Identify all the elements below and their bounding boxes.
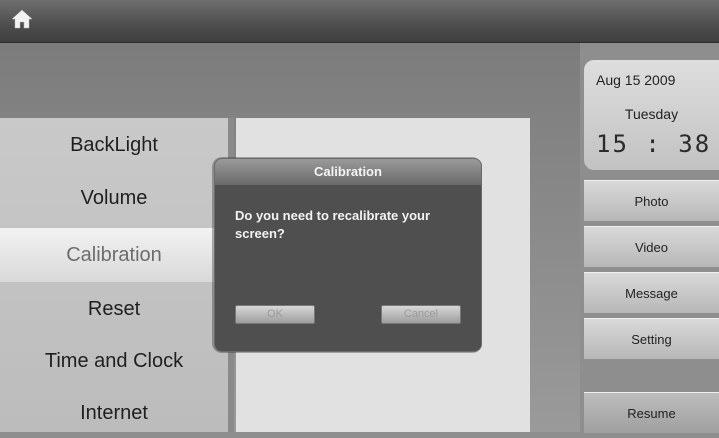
clock-date: Aug 15 2009 (596, 72, 676, 88)
menu-item-reset[interactable]: Reset (0, 284, 228, 334)
photo-button[interactable]: Photo (584, 180, 719, 222)
video-button[interactable]: Video (584, 226, 719, 268)
clock-time: 15 : 38 (596, 130, 712, 158)
home-icon[interactable] (10, 8, 34, 30)
menu-item-backlight[interactable]: BackLight (0, 120, 228, 170)
menu-item-calibration[interactable]: Calibration (0, 228, 228, 282)
cancel-button[interactable]: Cancel (381, 305, 461, 324)
menu-item-time-and-clock[interactable]: Time and Clock (0, 336, 228, 386)
message-button[interactable]: Message (584, 272, 719, 314)
dialog-title: Calibration (215, 159, 481, 185)
clock-card: Aug 15 2009 Tuesday 15 : 38 (584, 60, 719, 170)
menu-item-internet[interactable]: Internet (0, 388, 228, 438)
clock-day: Tuesday (624, 106, 679, 122)
menu-item-volume[interactable]: Volume (0, 173, 228, 223)
dialog-message: Do you need to recalibrate your screen? (235, 208, 431, 241)
ok-button[interactable]: OK (235, 305, 315, 324)
settings-menu: BackLight Volume Calibration Reset Time … (0, 118, 228, 432)
calibration-dialog: Calibration Do you need to recalibrate y… (214, 158, 482, 352)
top-bar (0, 0, 719, 43)
resume-button[interactable]: Resume (584, 392, 719, 434)
setting-button[interactable]: Setting (584, 318, 719, 360)
